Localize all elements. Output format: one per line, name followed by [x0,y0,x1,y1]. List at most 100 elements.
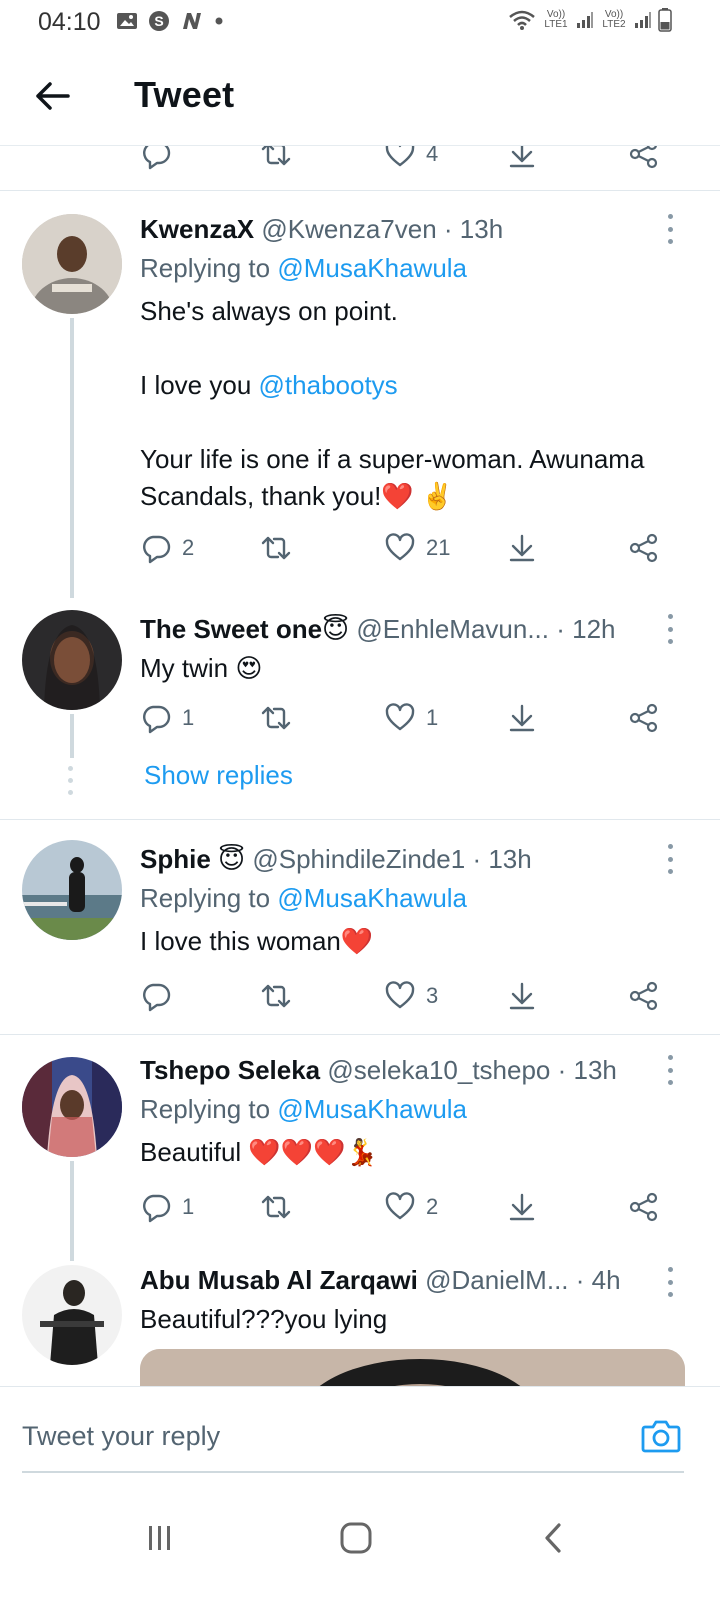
reply-composer: Tweet your reply [0,1386,720,1486]
avatar[interactable] [22,1057,122,1157]
more-options-icon[interactable] [666,1055,674,1085]
share-button[interactable] [628,1191,660,1223]
display-name[interactable]: The Sweet one😇 [140,614,349,644]
reply-icon [143,705,171,734]
avatar[interactable] [22,214,122,314]
share-icon [629,146,658,169]
heart-icon [385,533,415,561]
tweet-header: Abu Musab Al Zarqawi @DanielM... · 4h [140,1265,621,1296]
download-button[interactable] [506,532,538,564]
mention-link[interactable]: @thabootys [259,370,398,400]
recent-apps-button[interactable] [130,1508,190,1568]
heart-icon [385,703,415,731]
share-button[interactable] [628,702,660,734]
sim1-label: Vo)) LTE1 [544,9,568,30]
avatar[interactable] [22,610,122,710]
page-title: Tweet [134,74,235,115]
retweet-button[interactable] [260,980,292,1012]
download-icon [509,1193,535,1221]
like-button[interactable]: 1 [384,702,438,734]
s-app-icon: S [149,11,169,31]
retweet-icon [261,536,291,560]
app-header: Tweet [0,46,720,146]
avatar-image [22,840,122,940]
avatar[interactable] [22,1265,122,1365]
back-button[interactable] [524,1508,584,1568]
like-count: 3 [426,983,439,1008]
retweet-button[interactable] [260,1191,292,1223]
like-button[interactable]: 21 [384,532,450,564]
download-button[interactable] [506,146,538,170]
like-button[interactable]: 3 [384,980,438,1012]
avatar[interactable] [22,840,122,940]
avatar-image [22,610,122,710]
display-name[interactable]: Sphie 😇 [140,844,245,874]
download-button[interactable] [506,702,538,734]
share-button[interactable] [628,980,660,1012]
handle[interactable]: @EnhleMavun... [356,614,549,644]
avatar-image [22,214,122,314]
like-button[interactable]: 2 [384,1191,438,1223]
retweet-button[interactable] [260,702,292,734]
mention-link[interactable]: @MusaKhawula [277,883,467,913]
handle[interactable]: @Kwenza7ven [261,214,436,244]
reply-tweet-sphie[interactable]: Sphie 😇 @SphindileZinde1 · 13h Replying … [0,820,720,1034]
media-image [140,1349,685,1386]
reply-icon [143,535,171,564]
dot-icon [215,17,223,25]
reply-button[interactable]: 2 [140,532,194,564]
reply-button[interactable]: 1 [140,1191,194,1223]
thread-line [70,318,74,598]
action-row: 3 [140,980,680,1016]
reply-tweet-abu-musab[interactable]: Abu Musab Al Zarqawi @DanielM... · 4h Be… [0,1249,720,1386]
retweet-button[interactable] [260,532,292,564]
display-name[interactable]: KwenzaX [140,214,254,244]
tweet-media-image[interactable] [140,1349,685,1386]
home-button[interactable] [326,1508,386,1568]
display-name[interactable]: Abu Musab Al Zarqawi [140,1265,418,1295]
download-button[interactable] [506,1191,538,1223]
text-fragment: I love you [140,370,252,400]
like-button[interactable]: 4 [384,146,438,170]
timestamp: · 4h [575,1265,621,1295]
reply-input[interactable]: Tweet your reply [22,1421,220,1452]
battery-icon [658,8,672,32]
timestamp: · 13h [472,844,532,874]
reply-button[interactable] [140,146,172,170]
download-icon [509,146,535,168]
reply-tweet-kwenzax[interactable]: KwenzaX @Kwenza7ven · 13h Replying to @M… [0,190,720,600]
reply-icon [143,1194,171,1223]
reply-button[interactable]: 1 [140,702,194,734]
mention-link[interactable]: @MusaKhawula [277,253,467,283]
reply-tweet-sweet-one[interactable]: The Sweet one😇 @EnhleMavun... · 12h My t… [0,600,720,818]
mention-link[interactable]: @MusaKhawula [277,1094,467,1124]
more-options-icon[interactable] [666,614,674,644]
share-button[interactable] [628,532,660,564]
more-options-icon[interactable] [666,1267,674,1297]
replying-prefix: Replying to [140,883,271,913]
tweet-text: I love this woman❤️ [140,926,374,956]
reply-thread[interactable]: 4 KwenzaX @Kwenza7ven · 13h Replying to … [0,146,720,1386]
handle[interactable]: @seleka10_tshepo [327,1055,550,1085]
display-name[interactable]: Tshepo Seleka [140,1055,320,1085]
camera-icon[interactable] [640,1415,682,1457]
action-row: 2 21 [140,532,680,568]
retweet-icon [261,146,291,166]
retweet-button[interactable] [260,146,292,170]
system-nav-bar [0,1486,720,1600]
replying-prefix: Replying to [140,1094,271,1124]
more-options-icon[interactable] [666,214,674,244]
handle[interactable]: @SphindileZinde1 [252,844,465,874]
back-arrow-icon[interactable] [32,76,72,116]
partial-action-row: 4 [140,146,680,174]
reply-count: 1 [182,1194,195,1219]
more-options-icon[interactable] [666,844,674,874]
show-replies-link[interactable]: Show replies [144,760,293,791]
download-button[interactable] [506,980,538,1012]
share-button[interactable] [628,146,660,170]
heart-icon [385,981,415,1009]
handle[interactable]: @DanielM... [425,1265,568,1295]
reply-button[interactable] [140,980,172,1012]
reply-tweet-tshepo[interactable]: Tshepo Seleka @seleka10_tshepo · 13h Rep… [0,1035,720,1261]
tweet-text: Beautiful ❤️❤️❤️💃 [140,1137,378,1167]
